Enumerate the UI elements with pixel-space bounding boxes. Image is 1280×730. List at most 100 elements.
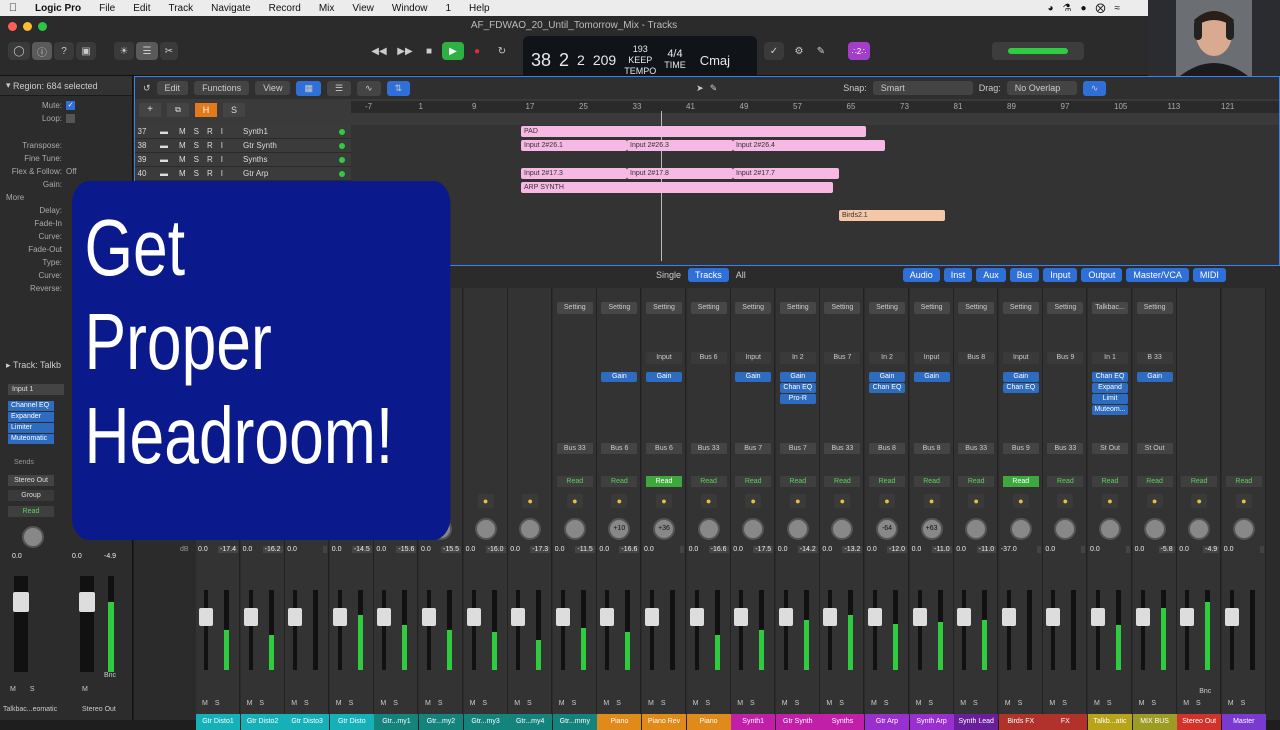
stop-button[interactable]: ■ bbox=[420, 42, 438, 60]
filter-button[interactable]: Bus bbox=[1009, 268, 1040, 282]
volume-fader[interactable] bbox=[555, 590, 570, 670]
region[interactable]: Input 2#17.8 bbox=[627, 168, 733, 179]
automation-mode[interactable]: Read bbox=[690, 476, 727, 487]
tuner-button[interactable]: ✓ bbox=[764, 42, 784, 60]
filter-button[interactable]: Output bbox=[1081, 268, 1123, 282]
volume-fader[interactable] bbox=[288, 590, 303, 670]
plugin-slot[interactable]: Chan EQ bbox=[1002, 383, 1039, 393]
inspector-button[interactable]: ⓘ bbox=[32, 42, 52, 60]
fader-cap[interactable] bbox=[199, 608, 213, 626]
mute-solo-buttons[interactable]: MS bbox=[291, 700, 316, 707]
menu-view[interactable]: View bbox=[343, 3, 383, 14]
track-name[interactable]: Synths bbox=[243, 155, 339, 164]
track-buttons[interactable]: MSRI bbox=[179, 127, 243, 136]
plugin-slot[interactable]: Limiter bbox=[8, 423, 54, 433]
pan-knob[interactable] bbox=[786, 518, 809, 540]
volume-fader[interactable] bbox=[600, 590, 615, 670]
pan-knob[interactable] bbox=[1009, 518, 1032, 540]
fader-cap[interactable] bbox=[466, 608, 481, 626]
track-buttons[interactable]: MSRI bbox=[179, 141, 243, 150]
view-menu[interactable]: View bbox=[255, 81, 291, 95]
region[interactable]: Input 2#17.3 bbox=[521, 168, 627, 179]
track-header-row[interactable]: 37 ▬ MSRI Synth1 bbox=[135, 125, 351, 139]
mixer-view-all[interactable]: All bbox=[729, 268, 753, 282]
menu-app[interactable]: Logic Pro bbox=[26, 3, 90, 14]
strip-name[interactable]: Birds FX bbox=[998, 714, 1043, 730]
param-row[interactable]: Loop: bbox=[0, 112, 132, 125]
list-view-icon[interactable]: ☰ bbox=[326, 80, 352, 96]
volume-fader[interactable] bbox=[199, 590, 213, 670]
send-slot[interactable]: Bus 7 bbox=[735, 443, 772, 454]
filter-button[interactable]: Inst bbox=[943, 268, 973, 282]
pan-knob[interactable] bbox=[1232, 518, 1255, 540]
mute-solo-buttons[interactable]: MS bbox=[1094, 700, 1119, 707]
region[interactable]: Input 2#26.4 bbox=[733, 140, 885, 151]
functions-menu[interactable]: Functions bbox=[194, 81, 250, 95]
menu-track[interactable]: Track bbox=[159, 3, 202, 14]
input-slot[interactable]: Input bbox=[735, 352, 772, 364]
strip-name[interactable]: Synth Lead bbox=[954, 714, 999, 730]
pencil-tool-icon[interactable]: ✎ bbox=[710, 83, 718, 94]
automation-mode[interactable]: Read bbox=[601, 476, 638, 487]
strip-name[interactable]: Synth1 bbox=[731, 714, 776, 730]
status-icon-2[interactable]: ⚗ bbox=[1062, 3, 1071, 14]
strip-name[interactable]: Talkbac...eomatic bbox=[3, 706, 57, 713]
apple-icon[interactable]:  bbox=[0, 2, 26, 14]
volume-fader[interactable] bbox=[79, 576, 95, 672]
pointer-tool-icon[interactable]: ➤ bbox=[696, 83, 704, 94]
mute-solo-buttons[interactable]: MS bbox=[559, 700, 584, 707]
pan-knob[interactable] bbox=[1188, 518, 1211, 540]
input-slot[interactable]: Bus 9 bbox=[1047, 352, 1084, 364]
back-icon[interactable]: ↺ bbox=[143, 83, 151, 94]
record-button[interactable]: ● bbox=[468, 42, 486, 60]
strip-name[interactable]: Stereo Out bbox=[82, 706, 116, 713]
volume-fader[interactable] bbox=[1001, 590, 1016, 670]
output-slot[interactable]: Stereo Out bbox=[8, 475, 54, 486]
param-row[interactable]: Mute: ✓ bbox=[0, 99, 132, 112]
strip-name[interactable]: Gtr...my2 bbox=[419, 714, 463, 730]
more-label[interactable]: More bbox=[0, 193, 24, 202]
mixer-view-single[interactable]: Single bbox=[649, 268, 688, 282]
plugin-slot[interactable]: Gain bbox=[779, 372, 816, 382]
plugin-slot[interactable]: Pro-R bbox=[779, 394, 816, 404]
strip-name[interactable]: Gtr...my4 bbox=[508, 714, 553, 730]
pan-knob[interactable]: +63 bbox=[920, 518, 943, 540]
plugin-slot[interactable]: Chan EQ bbox=[869, 383, 905, 393]
mute-solo-buttons[interactable]: MS bbox=[202, 700, 227, 707]
setting-button[interactable]: Setting bbox=[1002, 302, 1039, 314]
send-slot[interactable]: Bus 33 bbox=[824, 443, 861, 454]
setting-button[interactable]: Setting bbox=[601, 302, 638, 314]
track-buttons[interactable]: MSRI bbox=[179, 155, 243, 164]
group-slot[interactable]: Group bbox=[8, 490, 54, 501]
hide-button[interactable]: H bbox=[195, 103, 217, 117]
mute-solo-buttons[interactable]: MS bbox=[1049, 700, 1074, 707]
volume-fader[interactable] bbox=[1224, 590, 1239, 670]
automation-mode[interactable]: Read bbox=[1181, 476, 1218, 487]
fader-cap[interactable] bbox=[79, 592, 95, 612]
pan-knob[interactable] bbox=[519, 518, 542, 540]
setting-button[interactable]: Setting bbox=[958, 302, 995, 314]
menu-edit[interactable]: Edit bbox=[124, 3, 159, 14]
strip-name[interactable]: Piano bbox=[686, 714, 731, 730]
send-slot[interactable]: Bus 6 bbox=[601, 443, 638, 454]
fader-cap[interactable] bbox=[957, 608, 972, 626]
pan-knob[interactable] bbox=[742, 518, 765, 540]
menu-record[interactable]: Record bbox=[260, 3, 310, 14]
strip-name[interactable]: Gtr Disto3 bbox=[285, 714, 330, 730]
fader-cap[interactable] bbox=[600, 608, 615, 626]
setting-button[interactable]: Talkbac... bbox=[1092, 302, 1128, 314]
library-button[interactable]: ◯ bbox=[8, 42, 30, 60]
strip-name[interactable]: Gtr Disto bbox=[329, 714, 374, 730]
volume-fader[interactable] bbox=[734, 590, 749, 670]
fader-cap[interactable] bbox=[1001, 608, 1016, 626]
mute-solo-buttons[interactable]: MS bbox=[737, 700, 762, 707]
volume-fader[interactable] bbox=[1091, 590, 1105, 670]
fader-cap[interactable] bbox=[511, 608, 526, 626]
mute-solo-buttons[interactable]: MS bbox=[648, 700, 673, 707]
strip-name[interactable]: Gtr...my1 bbox=[374, 714, 419, 730]
setting-button[interactable]: Setting bbox=[1047, 302, 1084, 314]
track-header[interactable]: ▸ Track: Talkb bbox=[6, 360, 61, 371]
pan-knob[interactable] bbox=[474, 518, 497, 540]
editors-button[interactable]: ✂ bbox=[160, 42, 178, 60]
send-slot[interactable]: St Out bbox=[1092, 443, 1128, 454]
